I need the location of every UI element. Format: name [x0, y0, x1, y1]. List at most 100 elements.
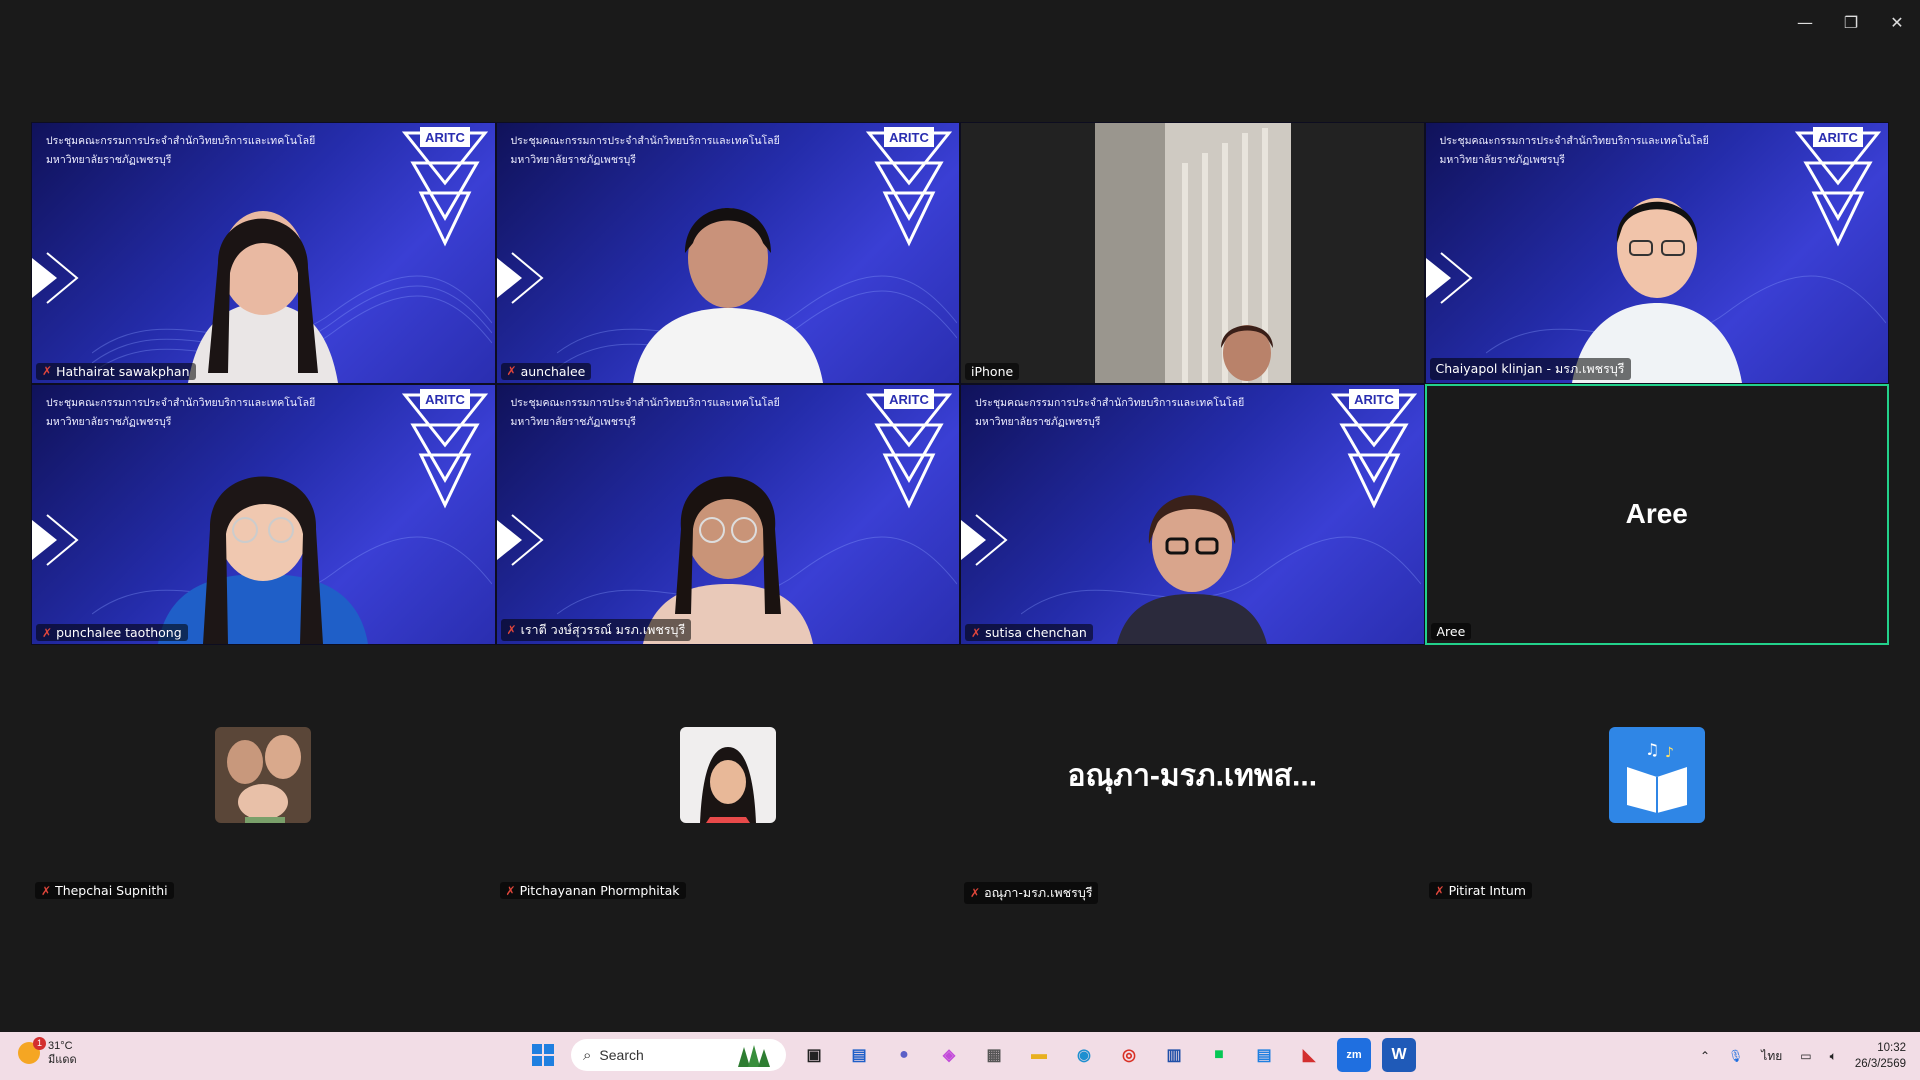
participant-name-tag: ✗ Pitirat Intum	[1428, 882, 1532, 899]
word-icon[interactable]: W	[1382, 1038, 1416, 1072]
participant-display-name: Aree	[1625, 498, 1688, 530]
video-tile[interactable]: ประชุมคณะกรรมการประจำสำนักวิทยบริการและเ…	[495, 383, 960, 645]
trees-icon	[738, 1045, 770, 1067]
participant-name-tag: Aree	[1430, 623, 1472, 640]
mic-muted-icon: ✗	[42, 364, 53, 378]
calculator-icon[interactable]: ▦	[977, 1038, 1011, 1072]
play-arrow-icon	[496, 513, 544, 566]
meeting-title-overlay: ประชุมคณะกรรมการประจำสำนักวิทยบริการและเ…	[510, 396, 780, 428]
restore-button[interactable]: ❐	[1828, 0, 1874, 44]
line-icon[interactable]: ■	[1202, 1038, 1236, 1072]
meeting-title-overlay: ประชุมคณะกรรมการประจำสำนักวิทยบริการและเ…	[510, 135, 780, 166]
svg-text:ARITC: ARITC	[425, 392, 465, 407]
video-tile[interactable]: ประชุมคณะกรรมการประจำสำนักวิทยบริการและเ…	[31, 383, 496, 645]
participant-name-tag: ✗ Thepchai Supnithi	[35, 882, 174, 899]
mic-muted-icon: ✗	[506, 364, 517, 378]
video-tile[interactable]: iPhone	[960, 122, 1425, 384]
svg-text:ARITC: ARITC	[889, 392, 929, 407]
aritc-logo-icon: ARITC	[1794, 127, 1882, 247]
task-view-icon[interactable]: ▣	[797, 1038, 831, 1072]
svg-text:♪: ♪	[1665, 745, 1674, 761]
chevron-up-icon[interactable]: ⌃	[1700, 1049, 1710, 1063]
mic-muted-icon: ✗	[971, 625, 982, 640]
play-arrow-icon	[1425, 252, 1473, 304]
weather-desc: มีแดด	[48, 1054, 77, 1066]
svg-text:♫: ♫	[1645, 740, 1659, 759]
mic-muted-icon: ✗	[42, 625, 53, 640]
audio-tile[interactable]: ✗ Pitchayanan Phormphitak	[496, 690, 961, 930]
participant-name-tag: ✗ punchalee taothong	[36, 624, 188, 641]
meeting-title-overlay: ประชุมคณะกรรมการประจำสำนักวิทยบริการและเ…	[46, 396, 316, 428]
participant-video	[1571, 197, 1742, 383]
participant-video	[188, 210, 339, 383]
play-arrow-icon	[961, 513, 1008, 566]
language-indicator[interactable]: ไทย	[1761, 1047, 1782, 1066]
aritc-logo-icon: ARITC	[1330, 388, 1417, 508]
participant-display-name: อณุภา-มรภ.เทพส...	[1067, 759, 1318, 793]
aritc-logo-icon: ARITC	[401, 127, 488, 247]
teams-icon[interactable]: ●	[887, 1038, 921, 1072]
system-tray: ⌃ 🎙︎ ไทย ▭ 🔈︎ 10:32 26/3/2569	[1700, 1040, 1906, 1072]
audio-tile[interactable]: อณุภา-มรภ.เทพส... ✗ อณุภา-มรภ.เพชรบุรี	[960, 690, 1425, 930]
store-icon[interactable]: ▤	[842, 1038, 876, 1072]
aritc-logo-icon: ARITC	[865, 127, 953, 247]
microphone-icon[interactable]: 🎙︎	[1728, 1049, 1743, 1063]
aritc-logo-icon: ARITC	[865, 388, 953, 508]
close-button[interactable]: ✕	[1874, 0, 1920, 44]
minimize-button[interactable]: —	[1782, 0, 1828, 44]
participant-name-tag: ✗ เราตี วงษ์สุวรรณ์ มรภ.เพชรบุรี	[500, 619, 692, 641]
participant-video	[1095, 123, 1291, 383]
aritc-logo-icon: ARITC	[401, 388, 488, 508]
meeting-title-overlay: ประชุมคณะกรรมการประจำสำนักวิทยบริการและเ…	[975, 396, 1245, 428]
video-tile[interactable]: ประชุมคณะกรรมการประจำสำนักวิทยบริการและเ…	[1424, 122, 1889, 384]
participant-name-tag: ✗ sutisa chenchan	[965, 624, 1093, 641]
mic-muted-icon: ✗	[505, 883, 516, 898]
svg-text:ARITC: ARITC	[1818, 130, 1858, 145]
meeting-title-overlay: ประชุมคณะกรรมการประจำสำนักวิทยบริการและเ…	[46, 135, 316, 166]
taskbar-search[interactable]: ⌕ Search	[571, 1039, 786, 1071]
start-icon[interactable]	[526, 1038, 560, 1072]
search-placeholder: Search	[599, 1047, 644, 1063]
avatar	[215, 727, 312, 823]
participant-name-tag: ✗ aunchalee	[500, 362, 592, 380]
mic-muted-icon: ✗	[41, 883, 52, 898]
participant-video	[642, 476, 813, 644]
audio-tile[interactable]: ✗ Thepchai Supnithi	[31, 690, 496, 930]
video-tile-active-speaker[interactable]: Aree Aree	[1424, 383, 1889, 645]
avatar: ♫ ♪	[1608, 727, 1705, 823]
play-arrow-icon	[496, 252, 544, 304]
audio-tile[interactable]: ♫ ♪ ✗ Pitirat Intum	[1425, 690, 1890, 930]
participant-name-tag: Chaiyapol klinjan - มรภ.เพชรบุรี	[1429, 357, 1631, 380]
notepad-icon[interactable]: ▤	[1247, 1038, 1281, 1072]
pdf-icon[interactable]: ◣	[1292, 1038, 1326, 1072]
window-controls: — ❐ ✕	[1782, 0, 1920, 44]
audio-participants-row: ✗ Thepchai Supnithi ✗ Pitchayanan Phormphi…	[31, 690, 1889, 930]
weather-widget[interactable]: 31°C มีแดด	[18, 1037, 77, 1067]
network-icon[interactable]: ▭	[1800, 1049, 1811, 1063]
taskbar-apps: ⌕ Search ▣ ▤ ● ◈ ▦ ▬ ◉ ◎ ▥ ■ ▤ ◣ zm W	[526, 1038, 1416, 1072]
participant-name-tag: iPhone	[965, 362, 1020, 380]
search-icon: ⌕	[583, 1046, 592, 1064]
zoom-icon[interactable]: zm	[1337, 1038, 1371, 1072]
news-icon[interactable]: ▥	[1157, 1038, 1191, 1072]
svg-text:ARITC: ARITC	[425, 130, 465, 145]
clock-time: 10:32	[1877, 1042, 1906, 1054]
taskbar: 31°C มีแดด ⌕ Search ▣ ▤ ● ◈ ▦ ▬ ◉ ◎ ▥ ■ …	[0, 1032, 1920, 1080]
participant-video	[1117, 495, 1268, 644]
play-arrow-icon	[32, 513, 79, 566]
meeting-title-overlay: ประชุมคณะกรรมการประจำสำนักวิทยบริการและเ…	[1439, 135, 1709, 166]
file-explorer-icon[interactable]: ▬	[1022, 1038, 1056, 1072]
video-tile[interactable]: ประชุมคณะกรรมการประจำสำนักวิทยบริการและเ…	[960, 383, 1425, 645]
video-tile[interactable]: ประชุมคณะกรรมการประจำสำนักวิทยบริการและเ…	[31, 122, 496, 384]
participant-video	[158, 476, 369, 644]
weather-temp: 31°C	[48, 1040, 73, 1052]
volume-icon[interactable]: 🔈︎	[1830, 1049, 1837, 1064]
video-tile[interactable]: ประชุมคณะกรรมการประจำสำนักวิทยบริการและเ…	[495, 122, 960, 384]
chrome-icon[interactable]: ◎	[1112, 1038, 1146, 1072]
mic-muted-icon: ✗	[1434, 883, 1445, 898]
edge-icon[interactable]: ◉	[1067, 1038, 1101, 1072]
participant-name-tag: ✗ Pitchayanan Phormphitak	[499, 882, 686, 899]
copilot-icon[interactable]: ◈	[932, 1038, 966, 1072]
participant-name-tag: ✗ อณุภา-มรภ.เพชรบุรี	[964, 882, 1099, 904]
clock[interactable]: 10:32 26/3/2569	[1855, 1040, 1906, 1072]
